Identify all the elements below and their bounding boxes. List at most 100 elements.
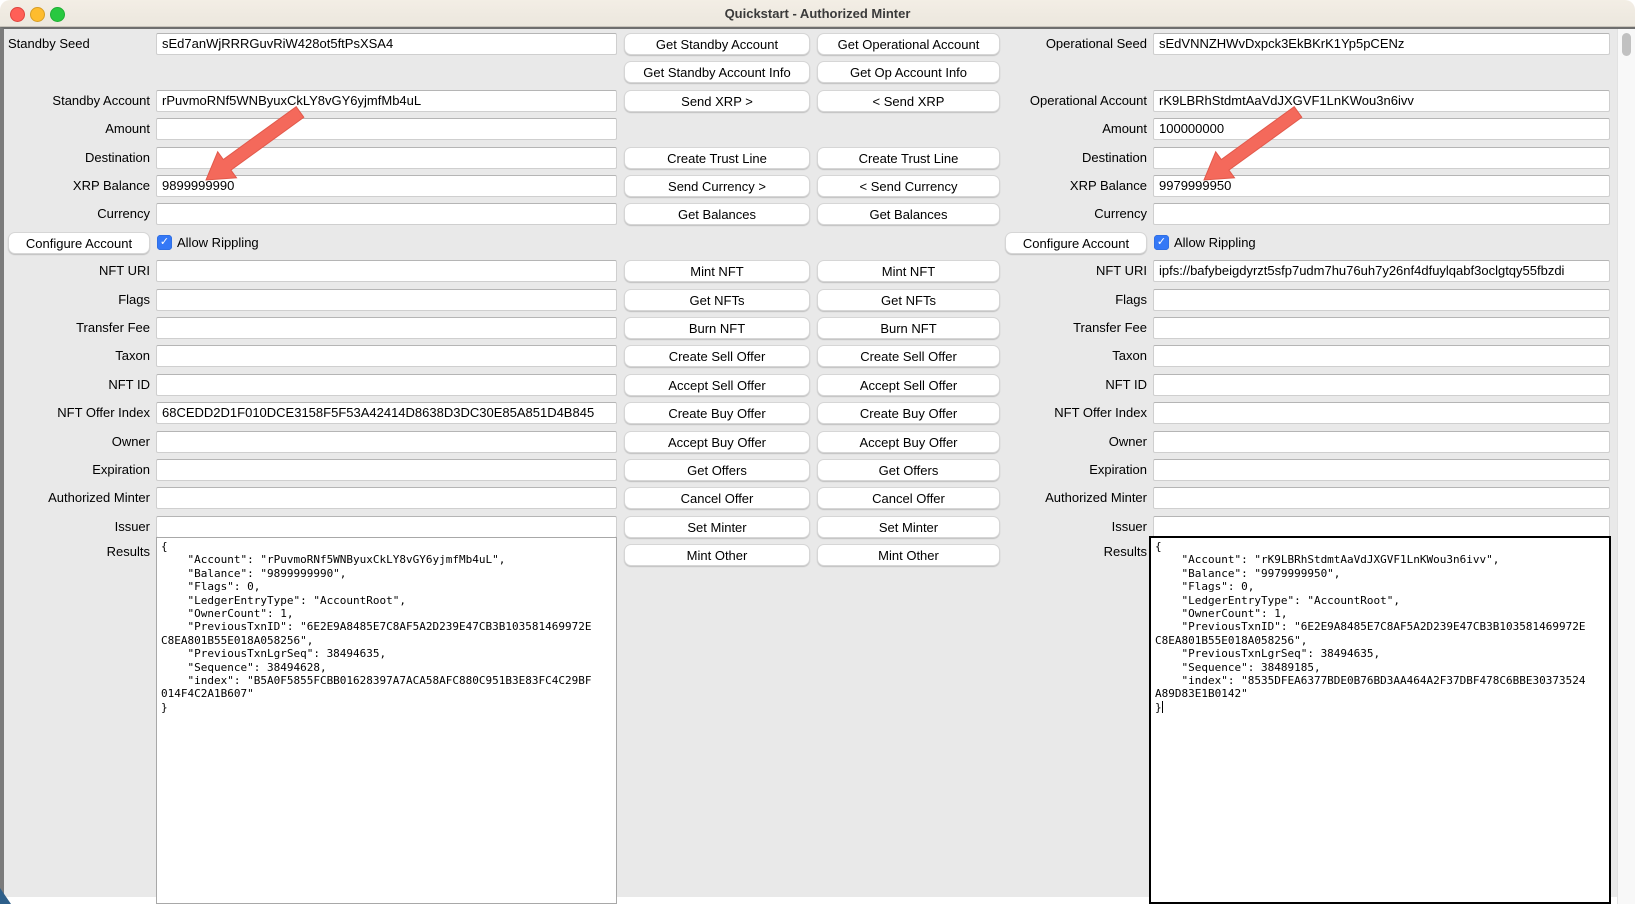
app-window: { "window": { "title": "Quickstart - Aut… [0, 0, 1635, 904]
operational-burn-nft-button[interactable]: Burn NFT [817, 317, 1000, 339]
operational-flags-input[interactable] [1153, 289, 1610, 311]
standby-configure-account-button[interactable]: Configure Account [8, 232, 150, 254]
standby-standby-seed-input[interactable]: sEd7anWjRRRGuvRiW428ot5ftPsXSA4 [156, 33, 617, 55]
operational-get-balances-button[interactable]: Get Balances [817, 203, 1000, 225]
operational-expiration-label: Expiration [990, 459, 1147, 481]
standby-create-buy-offer-button[interactable]: Create Buy Offer [624, 402, 810, 424]
standby-amount-label: Amount [8, 118, 150, 140]
operational-mint-nft-button[interactable]: Mint NFT [817, 260, 1000, 282]
operational-destination-label: Destination [990, 147, 1147, 169]
operational-issuer-label: Issuer [990, 516, 1147, 538]
operational-nft-offer-index-input[interactable] [1153, 402, 1610, 424]
operational-create-trust-line-button[interactable]: Create Trust Line [817, 147, 1000, 169]
standby-transfer-fee-input[interactable] [156, 317, 617, 339]
standby-owner-label: Owner [8, 431, 150, 453]
operational-owner-label: Owner [990, 431, 1147, 453]
standby-send-currency-button[interactable]: Send Currency > [624, 175, 810, 197]
standby-burn-nft-button[interactable]: Burn NFT [624, 317, 810, 339]
standby-nft-offer-index-label: NFT Offer Index [8, 402, 150, 424]
operational-amount-label: Amount [990, 118, 1147, 140]
operational-allow-rippling-checkbox[interactable]: ✓ [1154, 235, 1169, 250]
standby-nft-uri-label: NFT URI [8, 260, 150, 282]
standby-nft-uri-input[interactable] [156, 260, 617, 282]
standby-nft-offer-index-input[interactable]: 68CEDD2D1F010DCE3158F5F53A42414D8638D3DC… [156, 402, 617, 424]
operational-issuer-input[interactable] [1153, 516, 1610, 538]
operational-owner-input[interactable] [1153, 431, 1610, 453]
operational-operational-seed-input[interactable]: sEdVNNZHWvDxpck3EkBKrK1Yp5pCENz [1153, 33, 1610, 55]
vertical-scrollbar-thumb[interactable] [1622, 33, 1631, 56]
standby-expiration-input[interactable] [156, 459, 617, 481]
operational-flags-label: Flags [990, 289, 1147, 311]
standby-authorized-minter-label: Authorized Minter [8, 487, 150, 509]
standby-get-offers-button[interactable]: Get Offers [624, 459, 810, 481]
operational-get-nfts-button[interactable]: Get NFTs [817, 289, 1000, 311]
standby-standby-account-label: Standby Account [8, 90, 150, 112]
operational-mint-other-button[interactable]: Mint Other [817, 544, 1000, 566]
standby-mint-other-button[interactable]: Mint Other [624, 544, 810, 566]
operational-get-offers-button[interactable]: Get Offers [817, 459, 1000, 481]
standby-currency-input[interactable] [156, 203, 617, 225]
operational-configure-account-button[interactable]: Configure Account [1005, 232, 1147, 254]
left-xrp-balance-arrow-icon [198, 106, 308, 186]
text-caret [1162, 701, 1164, 713]
operational-send-xrp-button[interactable]: < Send XRP [817, 90, 1000, 112]
standby-expiration-label: Expiration [8, 459, 150, 481]
standby-taxon-input[interactable] [156, 345, 617, 367]
operational-send-currency-button[interactable]: < Send Currency [817, 175, 1000, 197]
standby-get-standby-account-info-button[interactable]: Get Standby Account Info [624, 61, 810, 83]
operational-results-textarea[interactable]: { "Account": "rK9LBRhStdmtAaVdJXGVF1LnKW… [1149, 536, 1611, 904]
operational-operational-seed-label: Operational Seed [990, 33, 1147, 55]
standby-get-balances-button[interactable]: Get Balances [624, 203, 810, 225]
standby-accept-buy-offer-button[interactable]: Accept Buy Offer [624, 431, 810, 453]
window-titlebar[interactable]: Quickstart - Authorized Minter [0, 0, 1635, 27]
operational-operational-account-label: Operational Account [990, 90, 1147, 112]
standby-results-textarea[interactable]: { "Account": "rPuvmoRNf5WNByuxCkLY8vGY6y… [156, 537, 617, 904]
standby-create-sell-offer-button[interactable]: Create Sell Offer [624, 345, 810, 367]
operational-taxon-label: Taxon [990, 345, 1147, 367]
operational-results-label: Results [990, 541, 1147, 563]
standby-cancel-offer-button[interactable]: Cancel Offer [624, 487, 810, 509]
standby-taxon-label: Taxon [8, 345, 150, 367]
standby-allow-rippling-checkbox[interactable]: ✓ [157, 235, 172, 250]
operational-create-buy-offer-button[interactable]: Create Buy Offer [817, 402, 1000, 424]
standby-results-label: Results [8, 541, 150, 563]
cursor-artifact [0, 888, 11, 904]
operational-expiration-input[interactable] [1153, 459, 1610, 481]
standby-mint-nft-button[interactable]: Mint NFT [624, 260, 810, 282]
operational-nft-id-input[interactable] [1153, 374, 1610, 396]
operational-transfer-fee-label: Transfer Fee [990, 317, 1147, 339]
standby-issuer-input[interactable] [156, 516, 617, 538]
operational-taxon-input[interactable] [1153, 345, 1610, 367]
operational-results-text: { "Account": "rK9LBRhStdmtAaVdJXGVF1LnKW… [1155, 540, 1585, 714]
standby-create-trust-line-button[interactable]: Create Trust Line [624, 147, 810, 169]
operational-get-operational-account-button[interactable]: Get Operational Account [817, 33, 1000, 55]
operational-nft-uri-input[interactable]: ipfs://bafybeigdyrzt5sfp7udm7hu76uh7y26n… [1153, 260, 1610, 282]
operational-authorized-minter-input[interactable] [1153, 487, 1610, 509]
standby-flags-input[interactable] [156, 289, 617, 311]
standby-authorized-minter-input[interactable] [156, 487, 617, 509]
operational-create-sell-offer-button[interactable]: Create Sell Offer [817, 345, 1000, 367]
standby-get-nfts-button[interactable]: Get NFTs [624, 289, 810, 311]
operational-get-op-account-info-button[interactable]: Get Op Account Info [817, 61, 1000, 83]
vertical-scrollbar-track[interactable] [1617, 29, 1635, 904]
standby-transfer-fee-label: Transfer Fee [8, 317, 150, 339]
window-title: Quickstart - Authorized Minter [0, 0, 1635, 27]
standby-standby-seed-label: Standby Seed [8, 33, 150, 55]
operational-accept-sell-offer-button[interactable]: Accept Sell Offer [817, 374, 1000, 396]
standby-nft-id-input[interactable] [156, 374, 617, 396]
standby-destination-label: Destination [8, 147, 150, 169]
operational-accept-buy-offer-button[interactable]: Accept Buy Offer [817, 431, 1000, 453]
operational-currency-input[interactable] [1153, 203, 1610, 225]
operational-transfer-fee-input[interactable] [1153, 317, 1610, 339]
operational-set-minter-button[interactable]: Set Minter [817, 516, 1000, 538]
standby-set-minter-button[interactable]: Set Minter [624, 516, 810, 538]
standby-allow-rippling-label: Allow Rippling [177, 232, 259, 254]
standby-accept-sell-offer-button[interactable]: Accept Sell Offer [624, 374, 810, 396]
standby-owner-input[interactable] [156, 431, 617, 453]
operational-nft-uri-label: NFT URI [990, 260, 1147, 282]
standby-currency-label: Currency [8, 203, 150, 225]
standby-get-standby-account-button[interactable]: Get Standby Account [624, 33, 810, 55]
operational-authorized-minter-label: Authorized Minter [990, 487, 1147, 509]
standby-send-xrp-button[interactable]: Send XRP > [624, 90, 810, 112]
operational-cancel-offer-button[interactable]: Cancel Offer [817, 487, 1000, 509]
